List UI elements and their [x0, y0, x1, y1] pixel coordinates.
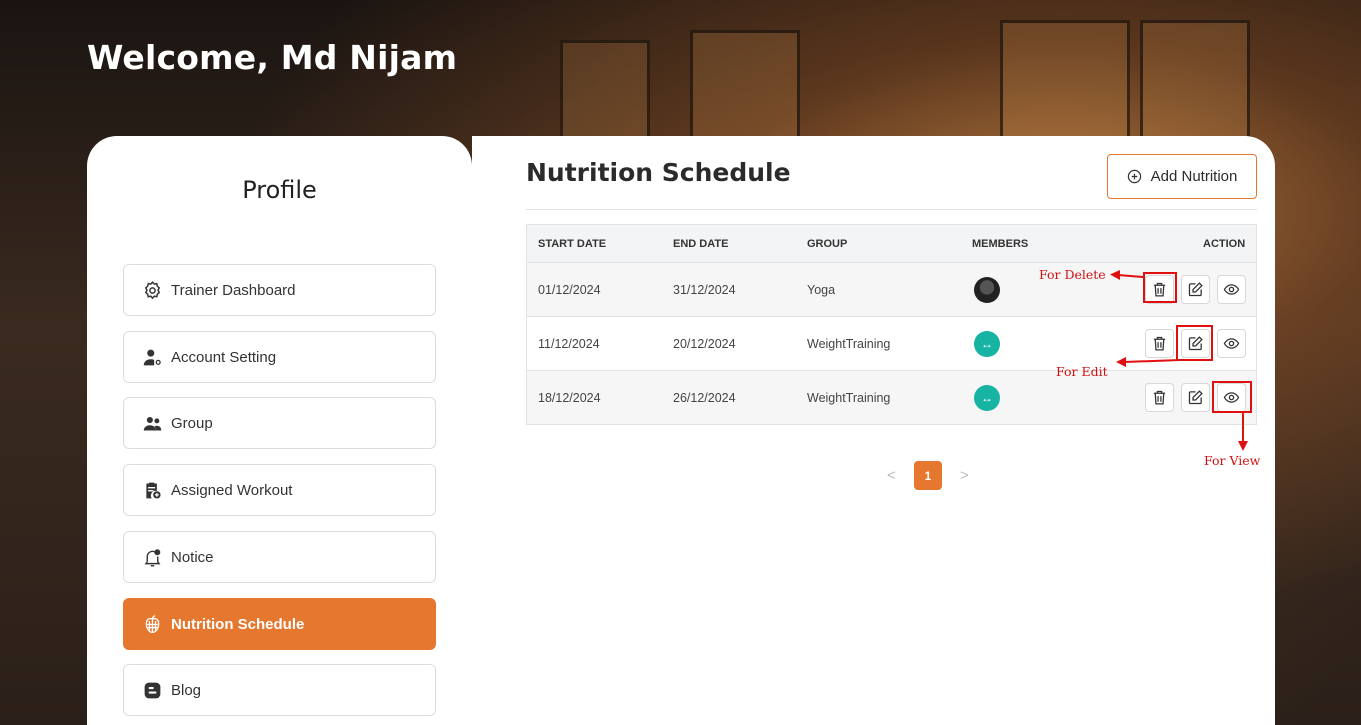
- sidebar-item-account-setting[interactable]: Account Setting: [123, 331, 436, 383]
- view-button[interactable]: [1217, 275, 1246, 304]
- apple-icon: [145, 614, 160, 633]
- sidebar-title: Profile: [242, 176, 317, 204]
- group-cell: Yoga: [807, 282, 836, 297]
- delete-annotation-label: For Delete: [1039, 267, 1106, 282]
- sidebar-item-nutrition-schedule[interactable]: Nutrition Schedule: [123, 598, 436, 650]
- gear-icon: [144, 280, 161, 299]
- edit-icon: [1188, 282, 1203, 297]
- sidebar-item-label: Group: [171, 414, 213, 432]
- header-action: ACTION: [1203, 237, 1246, 250]
- eye-icon: [1223, 284, 1240, 295]
- trash-icon: [1153, 390, 1166, 405]
- table-header: START DATE END DATE GROUP MEMBERS ACTION: [527, 225, 1256, 262]
- header-members: MEMBERS: [972, 237, 1029, 250]
- eye-icon: [1223, 338, 1240, 349]
- table-row: 18/12/2024 26/12/2024 WeightTraining ↔: [527, 370, 1256, 424]
- delete-button[interactable]: [1145, 383, 1174, 412]
- profile-sidebar: Profile Trainer Dashboard Account Settin…: [87, 136, 472, 725]
- sidebar-item-assigned-workout[interactable]: Assigned Workout: [123, 464, 436, 516]
- member-avatar[interactable]: ↔: [974, 384, 1000, 411]
- clipboard-plus-icon: [146, 482, 161, 499]
- nutrition-table: START DATE END DATE GROUP MEMBERS ACTION…: [526, 224, 1257, 425]
- edit-icon: [1188, 390, 1203, 405]
- edit-annotation-label: For Edit: [1056, 364, 1108, 379]
- trash-icon: [1153, 336, 1166, 351]
- end-date-cell: 20/12/2024: [673, 336, 736, 351]
- prev-page-button[interactable]: <: [887, 467, 896, 484]
- table-row: 11/12/2024 20/12/2024 WeightTraining ↔: [527, 316, 1256, 370]
- edit-highlight-box: [1176, 325, 1213, 361]
- member-avatar[interactable]: [974, 276, 1000, 303]
- member-avatar[interactable]: ↔: [974, 330, 1000, 357]
- page-title: Nutrition Schedule: [526, 158, 791, 187]
- end-date-cell: 26/12/2024: [673, 390, 736, 405]
- users-icon: [143, 416, 162, 430]
- delete-button[interactable]: [1145, 329, 1174, 358]
- add-nutrition-label: Add Nutrition: [1150, 168, 1238, 185]
- start-date-cell: 11/12/2024: [538, 336, 600, 351]
- sidebar-item-label: Account Setting: [171, 348, 277, 366]
- edit-button[interactable]: [1181, 275, 1210, 304]
- group-cell: WeightTraining: [807, 390, 891, 405]
- blogger-icon: [144, 682, 161, 698]
- view-annotation-label: For View: [1204, 453, 1261, 468]
- next-page-button[interactable]: >: [960, 467, 969, 484]
- page-1-button[interactable]: 1: [914, 461, 942, 490]
- sidebar-item-group[interactable]: Group: [123, 397, 436, 449]
- expand-arrows-icon: ↔: [981, 390, 993, 405]
- sidebar-item-blog[interactable]: Blog: [123, 664, 436, 716]
- pagination: < 1 >: [472, 461, 1275, 491]
- view-button[interactable]: [1217, 329, 1246, 358]
- sidebar-item-label: Assigned Workout: [171, 481, 293, 499]
- delete-highlight-box: [1143, 272, 1177, 303]
- start-date-cell: 18/12/2024: [538, 390, 601, 405]
- group-cell: WeightTraining: [807, 336, 891, 351]
- sidebar-item-label: Notice: [171, 548, 214, 566]
- plus-circle-icon: [1127, 169, 1141, 184]
- sidebar-item-label: Nutrition Schedule: [171, 615, 305, 633]
- sidebar-item-notice[interactable]: Notice: [123, 531, 436, 583]
- end-date-cell: 31/12/2024: [673, 282, 736, 297]
- bell-icon: [144, 548, 161, 567]
- user-settings-icon: [143, 349, 161, 365]
- edit-button[interactable]: [1181, 383, 1210, 412]
- sidebar-item-label: Blog: [171, 681, 202, 699]
- add-nutrition-button[interactable]: Add Nutrition: [1107, 154, 1257, 199]
- start-date-cell: 01/12/2024: [538, 282, 601, 297]
- divider: [526, 209, 1257, 210]
- header-start-date: START DATE: [538, 237, 607, 250]
- header-group: GROUP: [807, 237, 848, 250]
- view-highlight-box: [1212, 381, 1252, 413]
- sidebar-item-label: Trainer Dashboard: [171, 281, 296, 299]
- main-panel: Nutrition Schedule Add Nutrition START D…: [472, 136, 1275, 725]
- welcome-heading: Welcome, Md Nijam: [87, 38, 458, 77]
- expand-arrows-icon: ↔: [981, 336, 993, 351]
- sidebar-item-trainer-dashboard[interactable]: Trainer Dashboard: [123, 264, 436, 316]
- header-end-date: END DATE: [673, 237, 729, 250]
